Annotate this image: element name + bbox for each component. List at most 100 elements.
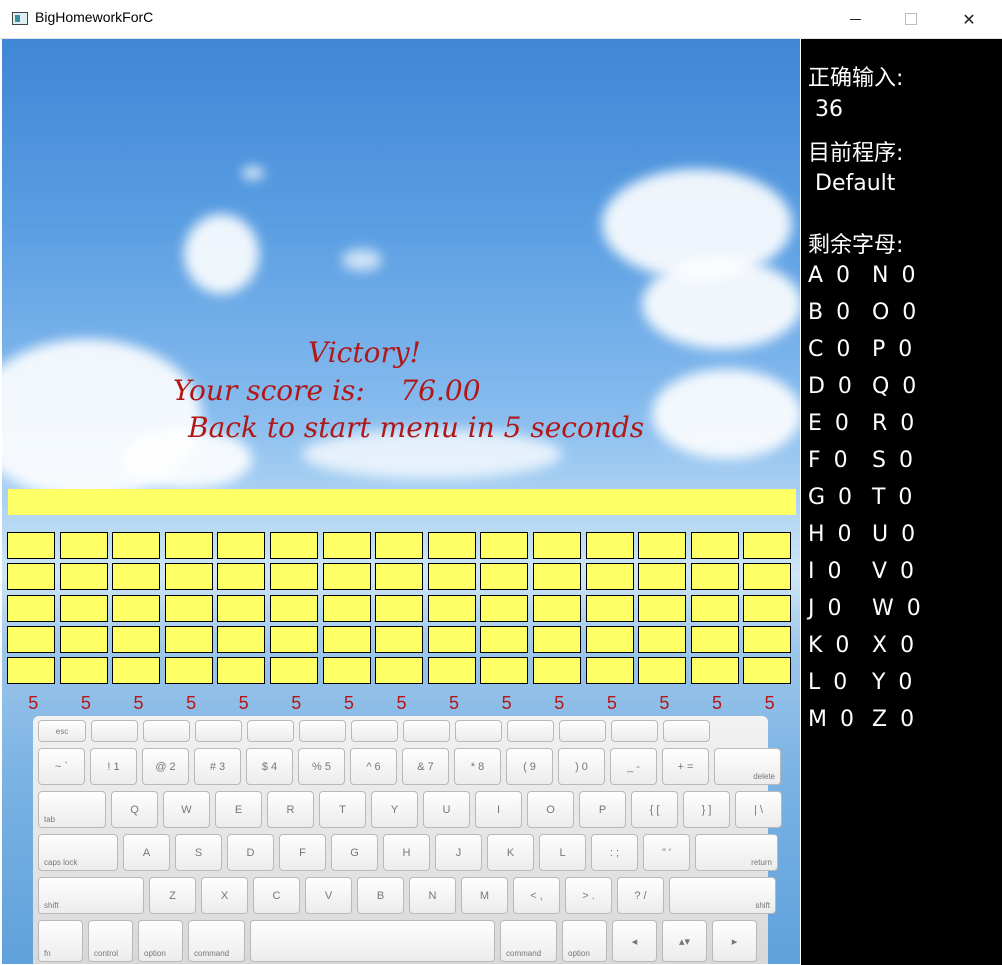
keyboard-key: " ' xyxy=(643,834,690,871)
keyboard-key: $ 4 xyxy=(246,748,293,785)
cloud xyxy=(342,249,382,271)
grid-cell xyxy=(585,563,634,591)
keyboard-key: K xyxy=(487,834,534,871)
grid-cell xyxy=(585,625,634,653)
current-program-label: 目前程序: xyxy=(808,141,904,166)
grid-cell xyxy=(59,563,108,591)
grid-cell xyxy=(7,625,55,653)
close-icon: ✕ xyxy=(962,9,976,29)
remaining-letter-count: E 0 xyxy=(808,411,852,436)
grid-cell xyxy=(217,563,266,591)
keyboard-key: I xyxy=(475,791,522,828)
column-count: 5 xyxy=(343,693,354,713)
grid-cell xyxy=(743,657,792,685)
remaining-letter-count: K 0 xyxy=(808,633,853,658)
app-icon xyxy=(12,12,28,25)
remaining-letter-count: A 0 xyxy=(808,263,854,288)
keyboard-key: shift xyxy=(38,877,144,914)
remaining-letter-count: F 0 xyxy=(808,448,851,473)
game-area: Victory! Your score is: 76.00 Back to st… xyxy=(2,39,800,964)
keyboard-key xyxy=(143,720,190,742)
grid-cell xyxy=(375,625,424,653)
keyboard-key: command xyxy=(188,920,245,962)
keyboard-key: : ; xyxy=(591,834,638,871)
back-to-menu-line: Back to start menu in 5 seconds xyxy=(188,411,645,444)
current-program-value: Default xyxy=(815,171,896,196)
keyboard-key: } ] xyxy=(683,791,730,828)
keyboard-key: { [ xyxy=(631,791,678,828)
keyboard-key xyxy=(250,920,495,962)
grid-cell xyxy=(164,563,213,591)
grid-cell xyxy=(164,657,213,685)
grid-cell xyxy=(638,563,687,591)
grid-cell xyxy=(427,594,476,622)
keyboard-key: ( 9 xyxy=(506,748,553,785)
cloud xyxy=(242,167,264,179)
grid-cell xyxy=(690,657,739,685)
keyboard-key: T xyxy=(319,791,366,828)
remaining-letter-count: O 0 xyxy=(872,300,920,325)
keyboard-key: D xyxy=(227,834,274,871)
keyboard-key: Q xyxy=(111,791,158,828)
grid-cell xyxy=(112,563,161,591)
keyboard-key: A xyxy=(123,834,170,871)
remaining-letter-count: P 0 xyxy=(872,337,916,362)
grid-cell xyxy=(322,657,371,685)
grid-cell xyxy=(532,625,581,653)
keyboard-key: & 7 xyxy=(402,748,449,785)
remaining-letter-count: X 0 xyxy=(872,633,918,658)
remaining-letter-count: L 0 xyxy=(808,670,851,695)
grid-cell xyxy=(269,657,318,685)
grid-cell xyxy=(585,657,634,685)
keyboard-key: < , xyxy=(513,877,560,914)
grid-cell xyxy=(375,563,424,591)
keyboard-key: delete xyxy=(714,748,781,785)
grid-cell xyxy=(480,594,529,622)
keyboard-key: * 8 xyxy=(454,748,501,785)
keyboard-key: Z xyxy=(149,877,196,914)
grid-cell xyxy=(322,594,371,622)
keyboard-key xyxy=(507,720,554,742)
keyboard-key: shift xyxy=(669,877,776,914)
keyboard-key: Y xyxy=(371,791,418,828)
remaining-letter-count: T 0 xyxy=(872,485,916,510)
grid-cell xyxy=(112,532,161,559)
grid-cell xyxy=(269,532,318,559)
column-count: 5 xyxy=(659,693,670,713)
keyboard-key: tab xyxy=(38,791,106,828)
grid-cell xyxy=(638,594,687,622)
grid-cell xyxy=(480,657,529,685)
grid-cell xyxy=(743,563,792,591)
remaining-letter-count: Z 0 xyxy=(872,707,918,732)
grid-cell xyxy=(638,657,687,685)
keyboard-key: control xyxy=(88,920,133,962)
keyboard-key: E xyxy=(215,791,262,828)
correct-input-value: 36 xyxy=(815,97,843,122)
keyboard-key: ▴▾ xyxy=(662,920,707,962)
remaining-letter-count: R 0 xyxy=(872,411,918,436)
keyboard-key: L xyxy=(539,834,586,871)
status-panel: 正确输入: 36 目前程序: Default 剩余字母: A 0 N 0 B 0 O … xyxy=(801,39,1002,965)
keyboard-key xyxy=(299,720,346,742)
grid-cell xyxy=(269,563,318,591)
keyboard-key xyxy=(403,720,450,742)
grid-cell xyxy=(7,657,55,685)
keyboard-key xyxy=(351,720,398,742)
keyboard-key: fn xyxy=(38,920,83,962)
remaining-letter-count: B 0 xyxy=(808,300,854,325)
keyboard-key: G xyxy=(331,834,378,871)
grid-cell xyxy=(427,625,476,653)
maximize-icon xyxy=(905,13,917,25)
remaining-letter-count: G 0 xyxy=(808,485,856,510)
grid-cell xyxy=(585,594,634,622)
grid-cell xyxy=(7,563,55,591)
maximize-button[interactable] xyxy=(888,0,934,38)
column-count: 5 xyxy=(291,693,302,713)
column-count: 5 xyxy=(501,693,512,713)
close-button[interactable]: ✕ xyxy=(946,0,992,38)
minimize-button[interactable] xyxy=(832,0,878,38)
remaining-letter-count: W 0 xyxy=(872,596,924,621)
keyboard-key: @ 2 xyxy=(142,748,189,785)
remaining-letter-count: M 0 xyxy=(808,707,857,732)
keyboard-key: ▸ xyxy=(712,920,757,962)
